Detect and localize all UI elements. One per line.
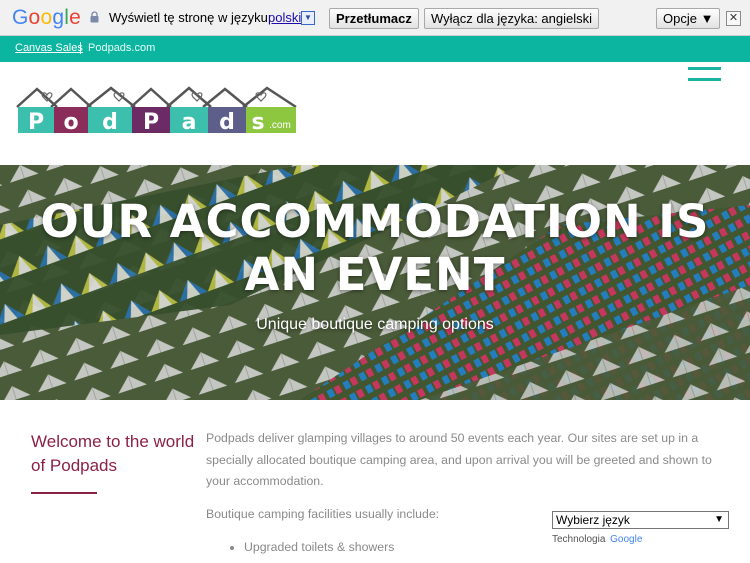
- lock-icon: [90, 11, 99, 23]
- hero-title: OUR ACCOMMODATION IS AN EVENT: [40, 195, 710, 301]
- chevron-down-icon: ▼: [714, 514, 724, 525]
- language-dropdown[interactable]: polski: [268, 10, 301, 25]
- podpads-logo[interactable]: P o d P a d s .com: [15, 85, 298, 135]
- powered-by: Technologia Google: [552, 534, 642, 545]
- language-select-value: Wybierz język: [556, 513, 630, 527]
- canvas-sales-link[interactable]: Canvas Sales: [15, 42, 83, 54]
- facilities-intro: Boutique camping facilities usually incl…: [206, 507, 440, 521]
- heading-underline: [31, 492, 97, 494]
- powered-by-label: Technologia: [552, 534, 606, 545]
- divider: [80, 42, 81, 54]
- logo-letter: s: [251, 110, 264, 135]
- site-name: Podpads.com: [88, 42, 156, 54]
- intro-paragraph: Podpads deliver glamping villages to aro…: [206, 431, 712, 488]
- list-item: Upgraded toilets & showers: [230, 540, 394, 554]
- logo-suffix: .com: [269, 120, 291, 131]
- logo-letter: d: [219, 110, 235, 135]
- language-select[interactable]: Wybierz język ▼: [552, 511, 729, 529]
- close-icon[interactable]: ✕: [726, 11, 741, 26]
- logo-letter: P: [28, 110, 44, 135]
- logo-houses: [16, 86, 297, 109]
- logo-letter: P: [143, 110, 159, 135]
- disable-translation-button[interactable]: Wyłącz dla języka: angielski: [424, 8, 600, 29]
- welcome-heading: Welcome to the world of Podpads: [31, 432, 195, 475]
- translate-prompt: Wyświetl tę stronę w języku:: [109, 10, 272, 25]
- hero-subtitle: Unique boutique camping options: [256, 316, 494, 333]
- list-item-text: Upgraded toilets & showers: [244, 540, 395, 554]
- google-logo: Google: [12, 6, 81, 29]
- menu-icon[interactable]: [688, 67, 721, 83]
- options-button[interactable]: Opcje ▼: [656, 8, 721, 29]
- google-mini-logo[interactable]: Google: [610, 534, 642, 545]
- hero-banner: OUR ACCOMMODATION IS AN EVENT Unique bou…: [0, 165, 750, 400]
- logo-letter: o: [63, 110, 78, 135]
- translate-bar: Google Wyświetl tę stronę w języku: pols…: [0, 0, 750, 36]
- logo-letter: a: [182, 110, 197, 135]
- logo-letter: d: [102, 110, 118, 135]
- translate-button[interactable]: Przetłumacz: [329, 8, 419, 29]
- chevron-down-icon[interactable]: ▼: [301, 11, 315, 25]
- top-strip: Canvas Sales Podpads.com: [0, 36, 750, 62]
